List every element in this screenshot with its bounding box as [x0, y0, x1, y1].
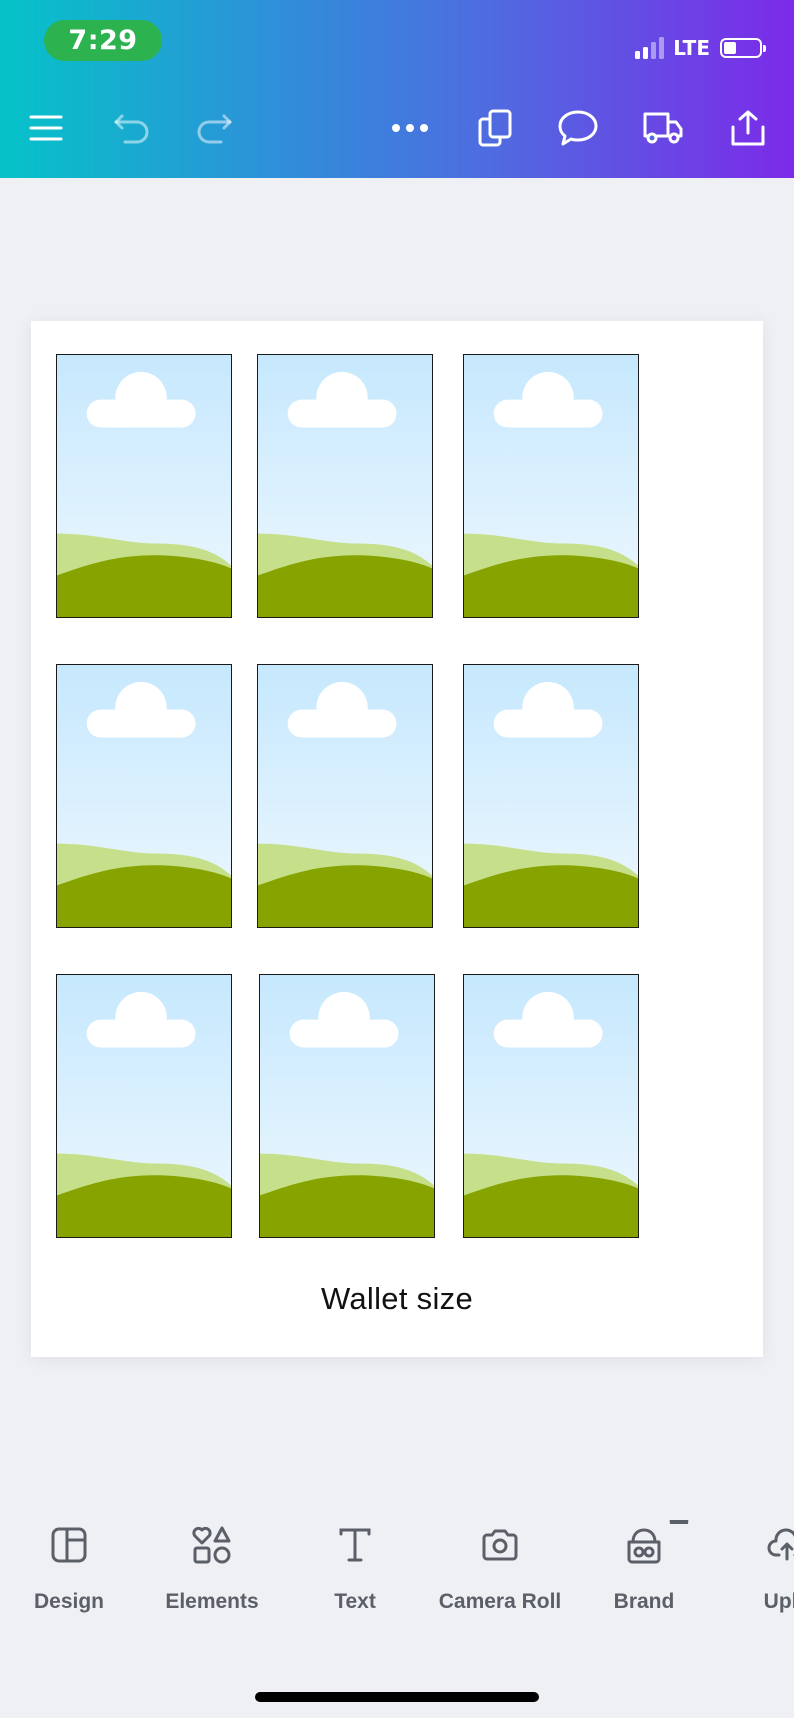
battery-icon: [720, 38, 766, 58]
text-icon: [331, 1520, 379, 1570]
design-icon: [45, 1520, 93, 1570]
photo-placeholder[interactable]: [257, 354, 433, 618]
tool-brand[interactable]: Brand: [569, 1520, 719, 1614]
battery-level: [724, 42, 736, 54]
photo-placeholder[interactable]: [56, 664, 232, 928]
photo-placeholder[interactable]: [463, 354, 639, 618]
undo-icon[interactable]: [110, 106, 154, 150]
tool-uploads[interactable]: Uplo: [712, 1520, 794, 1614]
redo-icon[interactable]: [192, 106, 236, 150]
tool-label: Camera Roll: [438, 1590, 562, 1613]
tool-label: Elements: [165, 1590, 259, 1613]
home-indicator: [255, 1692, 539, 1702]
tool-text[interactable]: Text: [280, 1520, 430, 1614]
menu-icon[interactable]: [24, 106, 68, 150]
photo-placeholder[interactable]: [56, 354, 232, 618]
tool-label: Text: [334, 1590, 376, 1613]
tool-elements[interactable]: Elements: [137, 1520, 287, 1614]
photo-placeholder[interactable]: [259, 974, 435, 1238]
signal-icon: [635, 37, 665, 59]
tool-design[interactable]: Design: [0, 1520, 144, 1614]
brand-icon: [620, 1520, 689, 1570]
print-delivery-icon[interactable]: [641, 106, 685, 150]
bottom-toolbar: Design Elements Text Camera Roll Brand U…: [0, 1520, 794, 1650]
crown-icon: [668, 1520, 690, 1530]
tool-label: Brand: [613, 1590, 675, 1613]
more-icon[interactable]: [388, 106, 432, 150]
photo-placeholder[interactable]: [463, 974, 639, 1238]
design-canvas[interactable]: Wallet size: [31, 321, 763, 1357]
upload-icon: [763, 1520, 794, 1570]
pages-icon[interactable]: [473, 106, 517, 150]
photo-placeholder[interactable]: [463, 664, 639, 928]
camera-icon: [476, 1520, 524, 1570]
photo-placeholder[interactable]: [56, 974, 232, 1238]
canvas-caption[interactable]: Wallet size: [31, 1281, 763, 1317]
comment-icon[interactable]: [556, 106, 600, 150]
elements-icon: [188, 1520, 236, 1570]
tool-label: Uplo: [763, 1590, 794, 1613]
status-time: 7:29: [44, 20, 162, 61]
top-toolbar: 7:29 LTE: [0, 0, 794, 178]
status-indicators: LTE: [635, 34, 766, 62]
share-icon[interactable]: [726, 106, 770, 150]
network-label: LTE: [673, 36, 710, 60]
tool-label: Design: [33, 1590, 104, 1613]
tool-camera-roll[interactable]: Camera Roll: [425, 1520, 575, 1614]
photo-placeholder[interactable]: [257, 664, 433, 928]
